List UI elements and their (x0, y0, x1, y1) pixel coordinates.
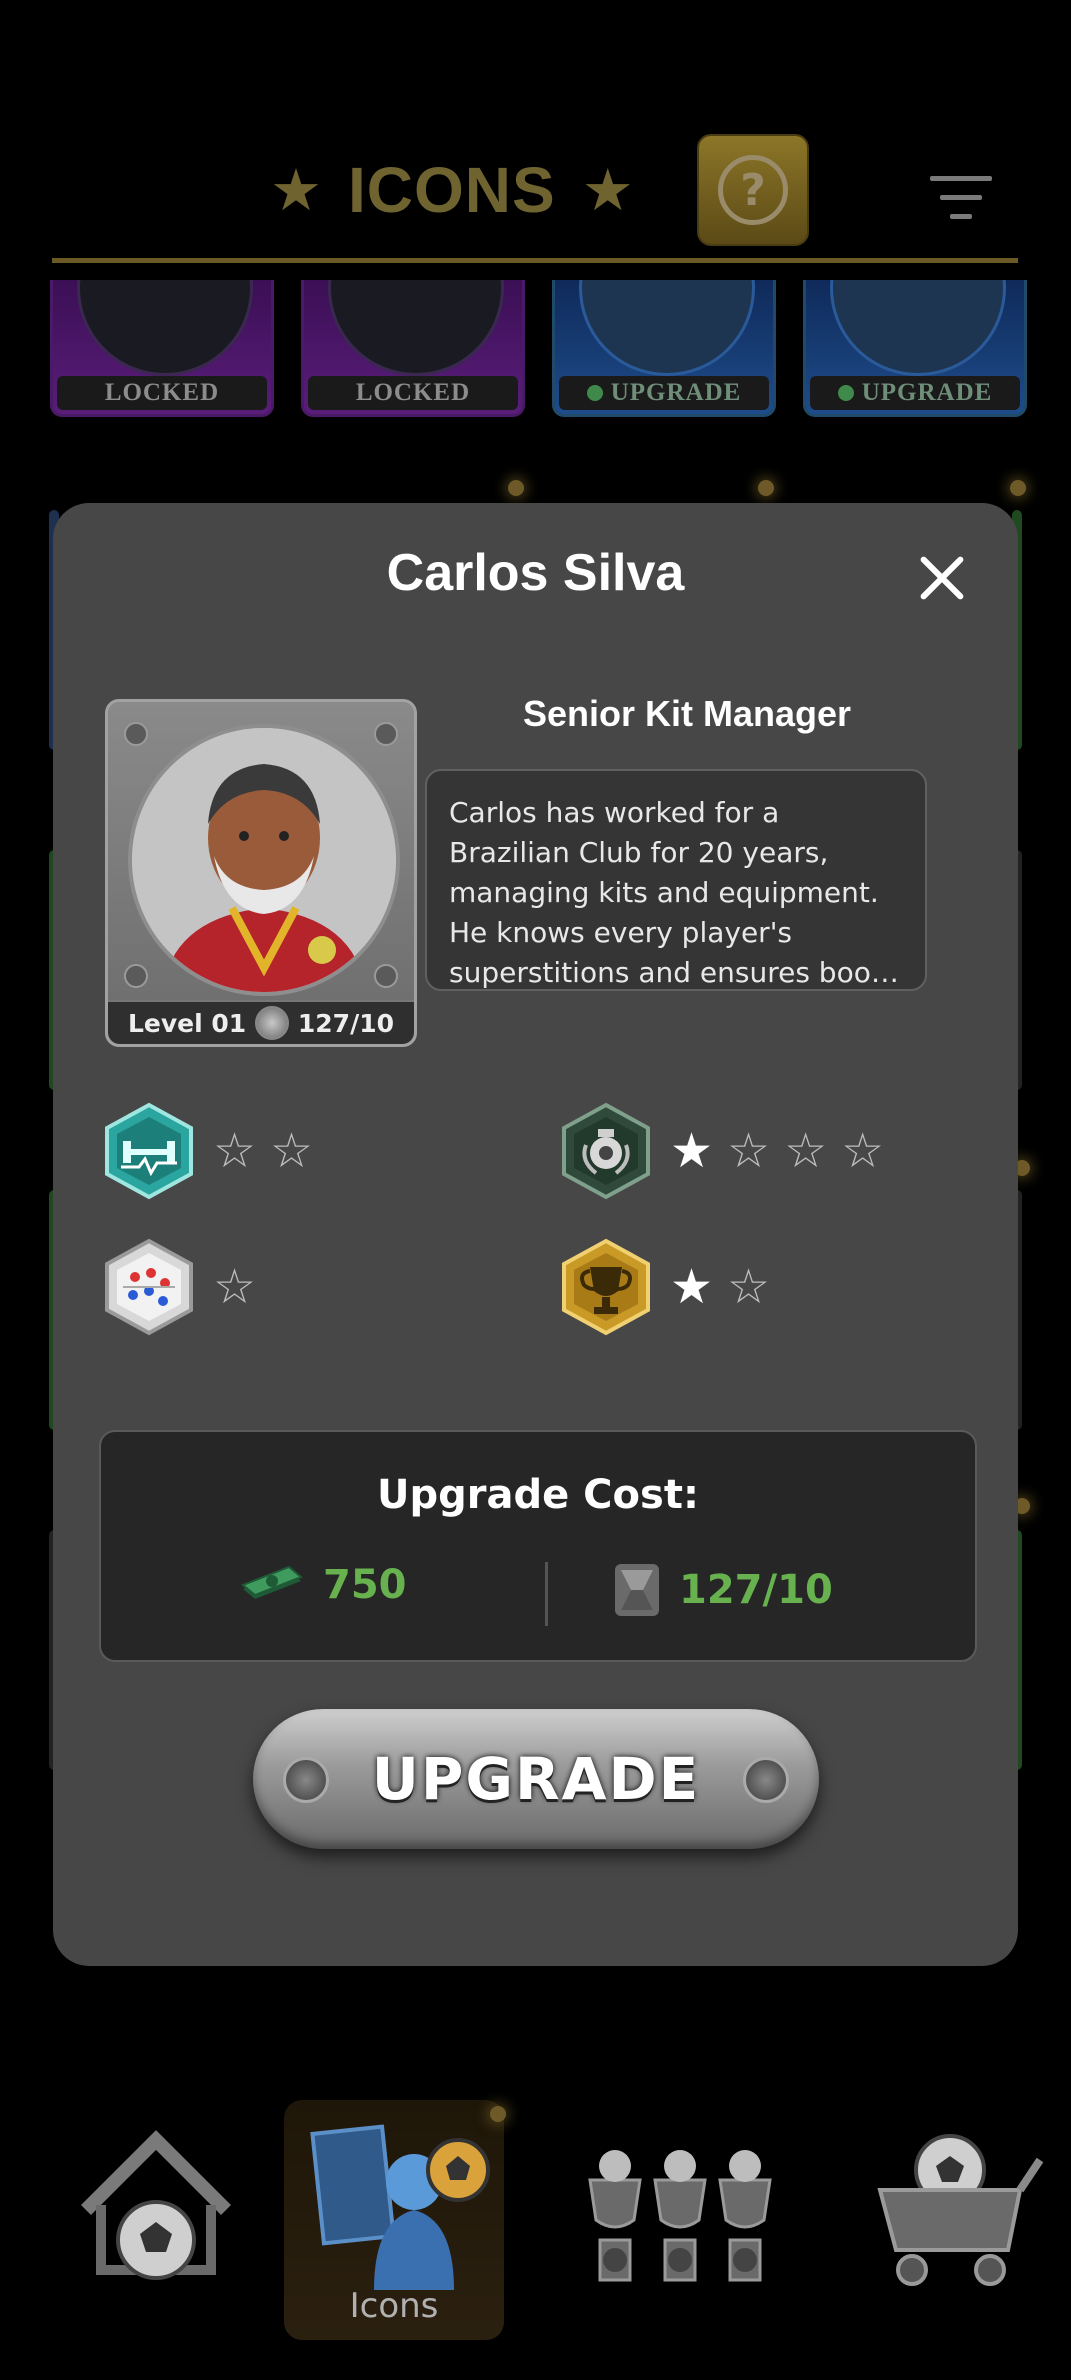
icons-manager-icon (310, 2124, 490, 2290)
star-rating: ★ ☆ (670, 1263, 770, 1311)
tactics-board-icon (105, 1238, 193, 1336)
level-label: Level 01 (128, 1008, 247, 1038)
upgrade-button-label: UPGRADE (371, 1745, 701, 1813)
card-status: UPGRADE (559, 376, 769, 410)
star-empty-icon: ☆ (213, 1259, 257, 1315)
bio-box: Carlos has worked for a Brazilian Club f… (425, 769, 927, 991)
role-title: Senior Kit Manager (523, 693, 852, 734)
rivet-icon (374, 964, 398, 988)
cost-divider (545, 1562, 548, 1626)
star-empty-icon: ☆ (727, 1123, 771, 1179)
card-portrait (830, 280, 1006, 376)
upgrade-cost-panel: Upgrade Cost: 750 127/10 (99, 1430, 977, 1662)
card-status: UPGRADE (810, 376, 1020, 410)
stat-fitness: ☆ ☆ (99, 1101, 313, 1201)
glow-dot (508, 480, 524, 496)
bio-text: Carlos has worked for a Brazilian Club f… (449, 796, 897, 989)
star-empty-icon: ☆ (841, 1123, 885, 1179)
card-status: LOCKED (308, 376, 518, 410)
shard-cost: 127/10 (613, 1562, 833, 1618)
upgrade-arrow-icon (837, 385, 854, 401)
card-portrait (579, 280, 755, 376)
bottom-nav: Icons (0, 2080, 1071, 2380)
glow-dot (490, 2106, 506, 2122)
rivet-icon (743, 1757, 789, 1803)
star-rating: ☆ ☆ (213, 1127, 313, 1175)
shard-icon (615, 1564, 659, 1616)
star-empty-icon: ☆ (270, 1123, 314, 1179)
star-icon: ★ (270, 156, 322, 224)
level-bar: Level 01 127/10 (108, 1000, 414, 1044)
upgrade-button[interactable]: UPGRADE (253, 1709, 819, 1849)
help-icon: ? (718, 155, 788, 225)
cash-cost: 750 (239, 1562, 407, 1608)
stat-tactics: ☆ (99, 1237, 256, 1337)
star-rating: ★ ☆ ☆ ☆ (670, 1127, 884, 1175)
icon-card-strip: LOCKED LOCKED UPGRADE UPGRADE (0, 280, 1071, 420)
glow-dot (1010, 480, 1026, 496)
icon-card[interactable]: UPGRADE (552, 280, 776, 417)
star-empty-icon: ☆ (213, 1123, 257, 1179)
header: ★ ICONS ★ ? (0, 0, 1071, 270)
modal-title: Carlos Silva (386, 544, 685, 602)
home-ball-icon (81, 2130, 231, 2280)
portrait-frame: Level 01 127/10 (105, 699, 417, 1047)
icon-detail-modal: Carlos Silva Level 01 127/10 Senior Kit (53, 503, 1018, 1966)
card-status: LOCKED (57, 376, 267, 410)
rivet-icon (374, 722, 398, 746)
close-icon[interactable] (917, 553, 967, 603)
nav-icons[interactable]: Icons (284, 2100, 504, 2340)
glow-dot (758, 480, 774, 496)
nav-home[interactable] (56, 2100, 256, 2340)
upgrade-arrow-icon (586, 385, 603, 401)
filter-button[interactable] (930, 176, 992, 222)
rivet-icon (124, 722, 148, 746)
nav-icons-label: Icons (349, 2286, 439, 2326)
header-divider (52, 258, 1018, 263)
stat-emblem: ★ ☆ ☆ ☆ (556, 1101, 884, 1201)
nav-shop[interactable] (850, 2100, 1050, 2340)
nav-trophies[interactable] (570, 2100, 790, 2340)
cash-amount: 750 (323, 1562, 407, 1608)
title-group: ★ ICONS ★ (270, 150, 634, 230)
icon-card[interactable]: LOCKED (50, 280, 274, 417)
shard-amount: 127/10 (679, 1567, 833, 1613)
upgrade-cost-title: Upgrade Cost: (377, 1472, 699, 1518)
filter-icon (930, 176, 992, 181)
star-empty-icon: ☆ (727, 1259, 771, 1315)
card-portrait (77, 280, 253, 376)
avatar (128, 724, 400, 996)
star-rating: ☆ (213, 1263, 256, 1311)
rivet-icon (124, 964, 148, 988)
level-progress: 127/10 (297, 1008, 394, 1038)
shard-coin-icon (255, 1006, 290, 1040)
help-button[interactable]: ? (697, 134, 809, 246)
trophy-icon (562, 1238, 650, 1336)
star-filled-icon: ★ (670, 1123, 714, 1179)
star-empty-icon: ☆ (784, 1123, 828, 1179)
trophies-icon (588, 2150, 772, 2282)
fitness-icon (105, 1102, 193, 1200)
card-portrait (328, 280, 504, 376)
cash-icon (241, 1565, 303, 1599)
stat-trophy: ★ ☆ (556, 1237, 770, 1337)
page-title: ICONS (348, 154, 556, 226)
icon-card[interactable]: LOCKED (301, 280, 525, 417)
icon-card[interactable]: UPGRADE (803, 280, 1027, 417)
emblem-icon (562, 1102, 650, 1200)
star-icon: ★ (581, 156, 634, 224)
shop-cart-icon (877, 2134, 1044, 2286)
star-filled-icon: ★ (670, 1259, 714, 1315)
rivet-icon (283, 1757, 329, 1803)
